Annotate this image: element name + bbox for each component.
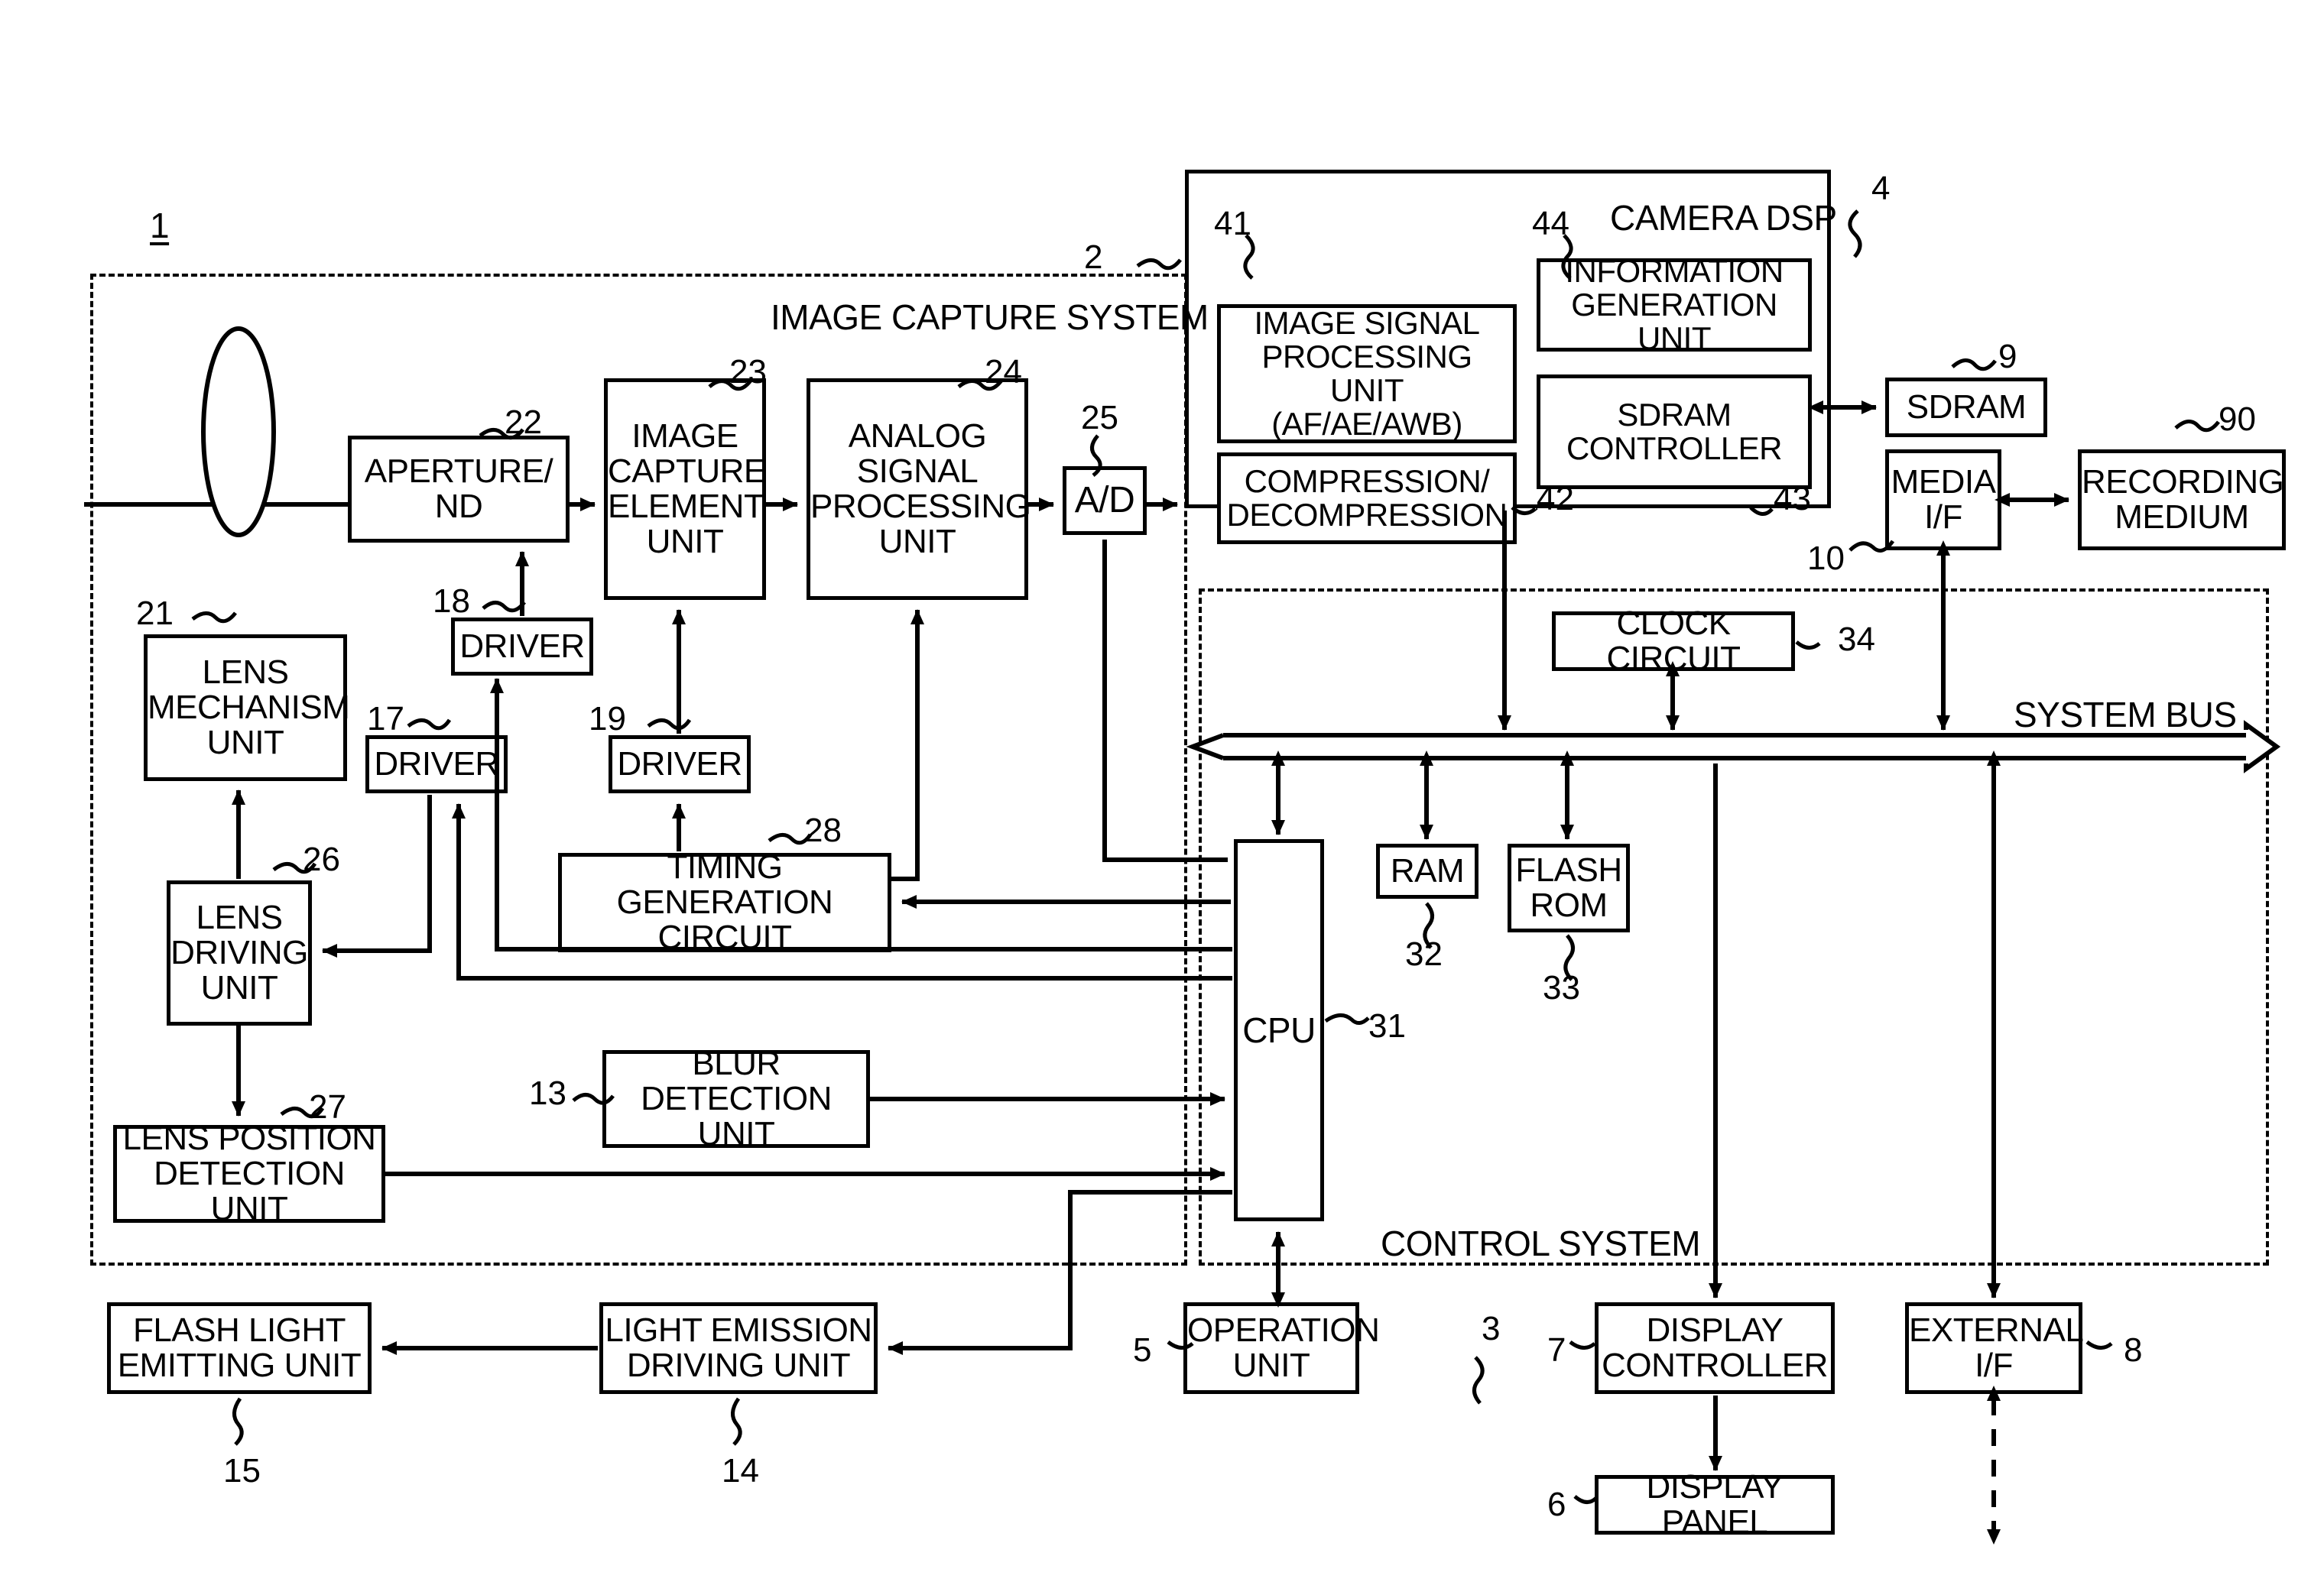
ref-31: 31 — [1368, 1007, 1406, 1045]
ref-2: 2 — [1084, 238, 1103, 276]
ref-6: 6 — [1547, 1486, 1566, 1523]
ref-15: 15 — [223, 1452, 261, 1490]
operation-unit-block: OPERATION UNIT — [1183, 1302, 1380, 1394]
recording-medium-label: RECORDING MEDIUM — [2082, 462, 2284, 536]
ref-22: 22 — [505, 404, 542, 441]
image-capture-element-label: IMAGE CAPTURE ELEMENT UNIT — [608, 417, 766, 561]
ref-42: 42 — [1537, 480, 1574, 517]
flash-rom-label: FLASH ROM — [1515, 851, 1622, 924]
ref-7: 7 — [1547, 1331, 1566, 1369]
ref-44: 44 — [1532, 205, 1569, 242]
ref-18: 18 — [433, 582, 470, 620]
operation-unit-label: OPERATION UNIT — [1187, 1311, 1380, 1384]
system-bus-label: SYSTEM BUS — [2014, 695, 2237, 734]
blur-detection-label: BLUR DETECTION UNIT — [641, 1044, 832, 1153]
driver-19-block: DRIVER — [609, 735, 751, 793]
lens-mechanism-label: LENS MECHANISM UNIT — [148, 653, 350, 762]
lens-mechanism-block: LENS MECHANISM UNIT — [144, 634, 350, 781]
ram-block: RAM — [1376, 844, 1478, 899]
lens-position-detection-block: LENS POSITION DETECTION UNIT — [113, 1120, 385, 1227]
timing-generation-label: TIMING GENERATION CIRCUIT — [616, 848, 833, 957]
ref-24: 24 — [985, 353, 1022, 391]
image-signal-processing-label: IMAGE SIGNAL PROCESSING UNIT (AF/AE/AWB) — [1254, 304, 1480, 443]
flash-rom-block: FLASH ROM — [1508, 844, 1630, 932]
ref-9: 9 — [1998, 338, 2017, 375]
ref-19: 19 — [589, 700, 626, 738]
ref-23: 23 — [729, 353, 767, 391]
ref-90: 90 — [2219, 400, 2256, 438]
aperture-nd-label: APERTURE/ ND — [364, 452, 553, 525]
image-signal-processing-block: IMAGE SIGNAL PROCESSING UNIT (AF/AE/AWB) — [1217, 304, 1517, 443]
ref-5: 5 — [1133, 1331, 1152, 1369]
compression-decompression-label: COMPRESSION/ DECOMPRESSION — [1226, 462, 1508, 533]
ram-label: RAM — [1390, 851, 1465, 890]
analog-signal-processing-block: ANALOG SIGNAL PROCESSING UNIT — [807, 378, 1031, 600]
image-capture-system-label: IMAGE CAPTURE SYSTEM — [771, 297, 1209, 337]
display-controller-block: DISPLAY CONTROLLER — [1595, 1302, 1835, 1394]
clock-circuit-label: CLOCK CIRCUIT — [1606, 604, 1741, 677]
ad-converter-block: A/D — [1063, 466, 1147, 535]
media-if-block: MEDIA I/F — [1885, 449, 2001, 550]
sdram-label: SDRAM — [1906, 387, 2027, 426]
ref-10: 10 — [1807, 540, 1845, 577]
sdram-controller-label: SDRAM CONTROLLER — [1566, 396, 1783, 466]
camera-dsp-label: CAMERA DSP — [1610, 198, 1837, 238]
control-system-label: CONTROL SYSTEM — [1381, 1224, 1701, 1263]
lens-driving-label: LENS DRIVING UNIT — [170, 898, 308, 1007]
ref-27: 27 — [309, 1088, 346, 1126]
ref-41: 41 — [1214, 205, 1251, 242]
external-if-block: EXTERNAL I/F — [1905, 1302, 2084, 1394]
patent-block-diagram: APERTURE/ ND IMAGE CAPTURE ELEMENT UNIT … — [0, 0, 2324, 1582]
blur-detection-block: BLUR DETECTION UNIT — [602, 1045, 870, 1152]
ad-converter-label: A/D — [1074, 479, 1135, 520]
aperture-nd-block: APERTURE/ ND — [348, 436, 570, 543]
driver-19-label: DRIVER — [617, 744, 742, 783]
external-if-label: EXTERNAL I/F — [1909, 1311, 2084, 1384]
ref-17: 17 — [367, 700, 404, 738]
display-controller-label: DISPLAY CONTROLLER — [1602, 1311, 1828, 1384]
media-if-label: MEDIA I/F — [1891, 462, 1996, 536]
ref-33: 33 — [1543, 969, 1580, 1007]
ref-13: 13 — [529, 1075, 566, 1112]
ref-4: 4 — [1871, 170, 1891, 207]
ref-21: 21 — [136, 595, 174, 632]
information-generation-block: INFORMATION GENERATION UNIT — [1537, 254, 1812, 355]
ref-28: 28 — [804, 812, 842, 849]
recording-medium-block: RECORDING MEDIUM — [2078, 449, 2286, 550]
flash-light-emitting-label: FLASH LIGHT EMITTING UNIT — [117, 1311, 362, 1384]
driver-18-label: DRIVER — [459, 627, 585, 665]
light-emission-driving-label: LIGHT EMISSION DRIVING UNIT — [605, 1311, 872, 1384]
cpu-block: CPU — [1234, 839, 1324, 1221]
display-panel-block: DISPLAY PANEL — [1595, 1469, 1835, 1540]
light-emission-driving-block: LIGHT EMISSION DRIVING UNIT — [599, 1302, 878, 1394]
image-capture-element-block: IMAGE CAPTURE ELEMENT UNIT — [604, 378, 766, 600]
lens-position-detection-label: LENS POSITION DETECTION UNIT — [122, 1119, 376, 1228]
ref-32: 32 — [1405, 935, 1443, 973]
figure-device-number: 1 — [150, 206, 170, 245]
driver-17-block: DRIVER — [365, 735, 508, 793]
compression-decompression-block: COMPRESSION/ DECOMPRESSION — [1217, 452, 1517, 544]
display-panel-label: DISPLAY PANEL — [1646, 1467, 1784, 1541]
ref-3: 3 — [1482, 1310, 1501, 1347]
sdram-block: SDRAM — [1885, 378, 2047, 437]
cpu-label: CPU — [1242, 1010, 1316, 1050]
ref-34: 34 — [1838, 621, 1875, 658]
clock-circuit-block: CLOCK CIRCUIT — [1552, 605, 1795, 676]
ref-26: 26 — [303, 841, 340, 878]
ref-8: 8 — [2124, 1331, 2143, 1369]
ref-43: 43 — [1774, 480, 1811, 517]
ref-25: 25 — [1081, 399, 1118, 436]
flash-light-emitting-block: FLASH LIGHT EMITTING UNIT — [107, 1302, 372, 1394]
ref-14: 14 — [722, 1452, 759, 1490]
analog-signal-processing-label: ANALOG SIGNAL PROCESSING UNIT — [810, 417, 1031, 561]
information-generation-label: INFORMATION GENERATION UNIT — [1565, 252, 1784, 357]
timing-generation-block: TIMING GENERATION CIRCUIT — [558, 849, 891, 955]
sdram-controller-block: SDRAM CONTROLLER — [1537, 374, 1812, 489]
control-system-boundary — [1199, 588, 2269, 1266]
driver-17-label: DRIVER — [374, 744, 499, 783]
lens-driving-block: LENS DRIVING UNIT — [167, 880, 312, 1026]
driver-18-block: DRIVER — [451, 618, 593, 676]
